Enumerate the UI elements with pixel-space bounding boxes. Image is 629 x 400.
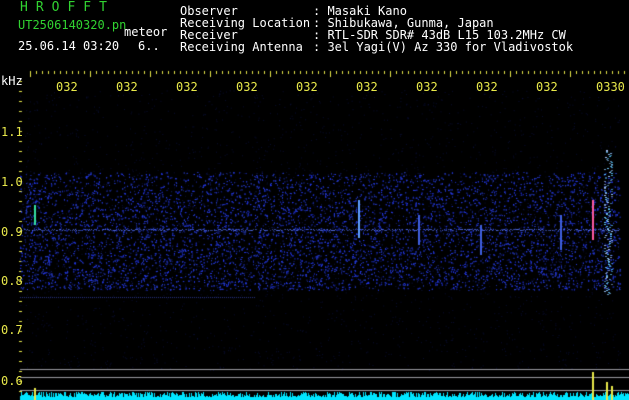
time-label: 032 <box>116 80 138 94</box>
time-label: 032 <box>236 80 258 94</box>
spectrogram-display <box>0 0 629 400</box>
file-name: UT2506140320.pn <box>18 18 127 32</box>
frequency-label: 0.7 <box>1 323 23 337</box>
info-text: 6.. <box>138 39 160 53</box>
time-label: 032 <box>536 80 558 94</box>
file-type: meteor <box>124 25 168 39</box>
frequency-label: 1.0 <box>1 175 23 189</box>
frequency-unit-label: kHz <box>1 74 23 88</box>
time-label: 032 <box>476 80 498 94</box>
frequency-label: 1.1 <box>1 125 23 139</box>
time-label: 032 <box>416 80 438 94</box>
time-label: 0330 <box>596 80 625 94</box>
time-label: 032 <box>356 80 378 94</box>
date-time: 25.06.14 03:20 <box>18 39 120 53</box>
frequency-label: 0.9 <box>1 225 23 239</box>
time-label: 032 <box>296 80 318 94</box>
time-label: 032 <box>56 80 78 94</box>
frequency-label: 0.6 <box>1 374 23 388</box>
frequency-label: 0.8 <box>1 274 23 288</box>
brand-title: HROFFT <box>20 0 115 15</box>
antenna-value: : 3el Yagi(V) Az 330 for Vladivostok <box>313 40 574 54</box>
antenna-label: Receiving Antenna <box>180 40 303 54</box>
time-label: 032 <box>176 80 198 94</box>
